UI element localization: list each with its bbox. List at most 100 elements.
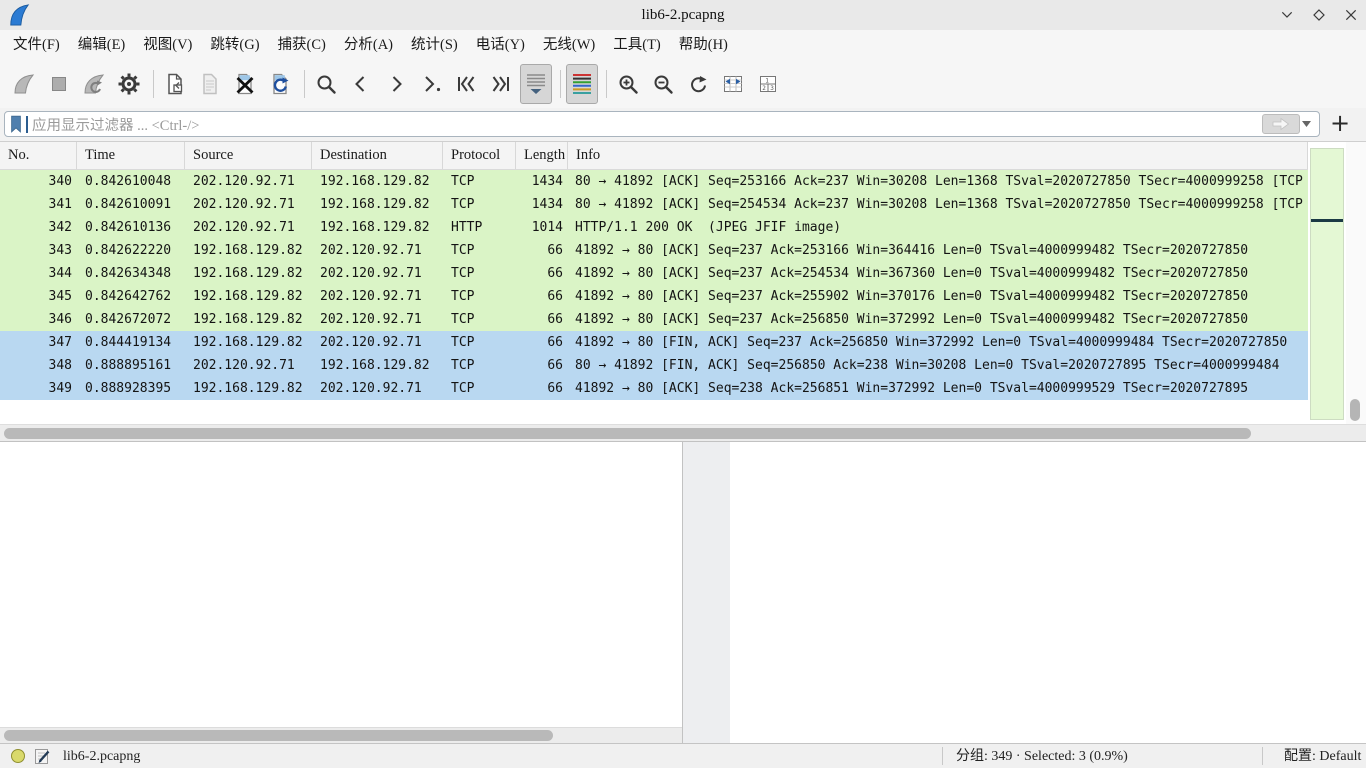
restart-capture-icon[interactable] — [78, 64, 110, 104]
column-header-time[interactable]: Time — [77, 142, 185, 169]
menu-item-telephony[interactable]: 电话(Y) — [467, 30, 534, 60]
horizontal-scrollbar-thumb[interactable] — [4, 428, 1251, 439]
column-header-protocol[interactable]: Protocol — [443, 142, 516, 169]
menu-item-go[interactable]: 跳转(G) — [201, 30, 268, 60]
stop-capture-icon[interactable] — [43, 64, 75, 104]
menu-bar: 文件(F) 编辑(E) 视图(V) 跳转(G) 捕获(C) 分析(A) 统计(S… — [0, 30, 1366, 60]
close-file-icon[interactable] — [229, 64, 261, 104]
cell-protocol: TCP — [443, 377, 516, 400]
cell-destination: 192.168.129.82 — [312, 216, 443, 239]
cell-source: 202.120.92.71 — [185, 170, 312, 193]
go-to-packet-icon[interactable] — [415, 64, 447, 104]
packet-list-horizontal-scrollbar[interactable] — [0, 424, 1366, 441]
go-back-icon[interactable] — [345, 64, 377, 104]
cell-no: 344 — [0, 262, 77, 285]
packet-row[interactable]: 346 0.842672072 192.168.129.82 202.120.9… — [0, 308, 1308, 331]
column-header-info[interactable]: Info — [568, 142, 1308, 169]
status-packet-counts: 分组: 349 · Selected: 3 (0.9%) — [956, 746, 1128, 767]
intelligent-scrollbar-minimap[interactable] — [1310, 148, 1344, 420]
menu-item-wireless[interactable]: 无线(W) — [534, 30, 604, 60]
packet-row[interactable]: 348 0.888895161 202.120.92.71 192.168.12… — [0, 354, 1308, 377]
packet-list-header: No. Time Source Destination Protocol Len… — [0, 142, 1308, 170]
close-icon[interactable] — [1342, 6, 1360, 24]
auto-scroll-toggle[interactable] — [520, 64, 552, 104]
minimize-icon[interactable] — [1278, 6, 1296, 24]
cell-protocol: HTTP — [443, 216, 516, 239]
zoom-reset-icon[interactable] — [682, 64, 714, 104]
menu-item-help[interactable]: 帮助(H) — [670, 30, 737, 60]
column-header-no[interactable]: No. — [0, 142, 77, 169]
reload-file-icon[interactable] — [264, 64, 296, 104]
zoom-out-icon[interactable] — [647, 64, 679, 104]
packet-list-vertical-scrollbar[interactable] — [1346, 142, 1366, 424]
column-header-destination[interactable]: Destination — [312, 142, 443, 169]
capture-options-icon[interactable] — [113, 64, 145, 104]
column-header-source[interactable]: Source — [185, 142, 312, 169]
display-filter-input[interactable]: 应用显示过滤器 ... <Ctrl-/> — [4, 111, 1320, 137]
cell-no: 343 — [0, 239, 77, 262]
cell-destination: 202.120.92.71 — [312, 308, 443, 331]
cell-source: 192.168.129.82 — [185, 262, 312, 285]
cell-no: 346 — [0, 308, 77, 331]
cell-source: 192.168.129.82 — [185, 239, 312, 262]
zoom-in-icon[interactable] — [612, 64, 644, 104]
capture-comment-icon[interactable] — [33, 747, 51, 765]
colorize-packets-toggle[interactable] — [566, 64, 598, 104]
details-scrollbar-thumb[interactable] — [4, 730, 553, 741]
status-profile[interactable]: 配置: Default — [1284, 746, 1361, 767]
packet-row[interactable]: 341 0.842610091 202.120.92.71 192.168.12… — [0, 193, 1308, 216]
menu-item-view[interactable]: 视图(V) — [134, 30, 201, 60]
menu-item-file[interactable]: 文件(F) — [4, 30, 69, 60]
column-header-length[interactable]: Length — [516, 142, 568, 169]
status-bar: lib6-2.pcapng 分组: 349 · Selected: 3 (0.9… — [0, 743, 1366, 768]
go-forward-icon[interactable] — [380, 64, 412, 104]
cell-destination: 192.168.129.82 — [312, 170, 443, 193]
go-first-packet-icon[interactable] — [450, 64, 482, 104]
lower-panes — [0, 441, 1366, 743]
start-capture-icon[interactable] — [8, 64, 40, 104]
menu-item-analyze[interactable]: 分析(A) — [335, 30, 402, 60]
cell-destination: 202.120.92.71 — [312, 262, 443, 285]
cell-no: 349 — [0, 377, 77, 400]
cell-time: 0.842610091 — [77, 193, 185, 216]
maximize-icon[interactable] — [1310, 6, 1328, 24]
menu-item-tools[interactable]: 工具(T) — [604, 30, 670, 60]
packet-row[interactable]: 344 0.842634348 192.168.129.82 202.120.9… — [0, 262, 1308, 285]
cell-protocol: TCP — [443, 170, 516, 193]
resize-columns-icon[interactable] — [717, 64, 749, 104]
menu-item-statistics[interactable]: 统计(S) — [402, 30, 467, 60]
expert-info-icon[interactable] — [10, 748, 26, 764]
packet-row[interactable]: 340 0.842610048 202.120.92.71 192.168.12… — [0, 170, 1308, 193]
packet-row[interactable]: 349 0.888928395 192.168.129.82 202.120.9… — [0, 377, 1308, 400]
details-horizontal-scrollbar[interactable] — [0, 727, 682, 743]
open-file-icon[interactable] — [159, 64, 191, 104]
cell-time: 0.842610048 — [77, 170, 185, 193]
packet-row[interactable]: 342 0.842610136 202.120.92.71 192.168.12… — [0, 216, 1308, 239]
cell-info: 41892 → 80 [ACK] Seq=238 Ack=256851 Win=… — [568, 377, 1308, 400]
find-packet-icon[interactable] — [310, 64, 342, 104]
packet-row[interactable]: 345 0.842642762 192.168.129.82 202.120.9… — [0, 285, 1308, 308]
cell-length: 1434 — [516, 170, 568, 193]
save-file-icon[interactable] — [194, 64, 226, 104]
add-filter-button[interactable]: + — [1328, 112, 1352, 136]
go-last-packet-icon[interactable] — [485, 64, 517, 104]
packet-row[interactable]: 347 0.844419134 192.168.129.82 202.120.9… — [0, 331, 1308, 354]
cell-protocol: TCP — [443, 239, 516, 262]
filter-bookmark-icon[interactable] — [9, 114, 23, 134]
packet-row[interactable]: 343 0.842622220 192.168.129.82 202.120.9… — [0, 239, 1308, 262]
toolbar-separator — [606, 70, 607, 98]
cell-no: 347 — [0, 331, 77, 354]
vertical-scrollbar-thumb[interactable] — [1350, 399, 1360, 421]
menu-item-edit[interactable]: 编辑(E) — [69, 30, 135, 60]
cell-info: 41892 → 80 [ACK] Seq=237 Ack=256850 Win=… — [568, 308, 1308, 331]
cell-destination: 202.120.92.71 — [312, 377, 443, 400]
cell-destination: 202.120.92.71 — [312, 331, 443, 354]
cell-protocol: TCP — [443, 285, 516, 308]
menu-item-capture[interactable]: 捕获(C) — [269, 30, 335, 60]
apply-filter-button[interactable] — [1262, 114, 1300, 134]
layout-icon[interactable]: 123 — [752, 64, 784, 104]
cell-length: 1434 — [516, 193, 568, 216]
filter-dropdown-icon[interactable] — [1302, 121, 1311, 127]
cell-time: 0.842634348 — [77, 262, 185, 285]
cell-source: 192.168.129.82 — [185, 308, 312, 331]
